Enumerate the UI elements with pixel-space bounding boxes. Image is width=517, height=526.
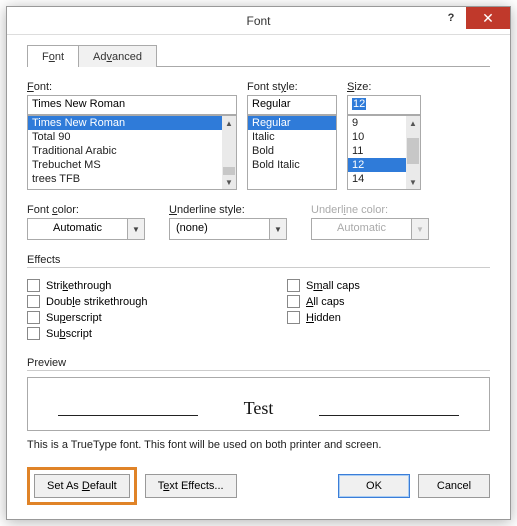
tab-advanced[interactable]: Advanced [78, 45, 157, 67]
size-label: Size: [347, 81, 421, 93]
checkbox-all-caps[interactable]: All caps [287, 295, 360, 308]
checkbox-icon [287, 295, 300, 308]
tab-bar: Font Advanced [27, 45, 490, 67]
list-item[interactable]: Traditional Arabic [28, 144, 222, 158]
combo-value: Automatic [27, 218, 127, 240]
preview-info: This is a TrueType font. This font will … [27, 439, 490, 451]
ok-button[interactable]: OK [338, 474, 410, 498]
close-button[interactable]: ✕ [466, 7, 510, 29]
font-dialog: Font ? ✕ Font Advanced Font: Times New R… [6, 6, 511, 520]
scroll-up-icon[interactable]: ▲ [222, 116, 236, 130]
underline-color-combo: Automatic ▼ [311, 218, 429, 240]
cancel-button[interactable]: Cancel [418, 474, 490, 498]
checkbox-small-caps[interactable]: Small caps [287, 279, 360, 292]
set-as-default-button[interactable]: Set As Default [34, 474, 130, 498]
font-style-input[interactable]: Regular [247, 95, 337, 115]
checkbox-superscript[interactable]: Superscript [27, 311, 287, 324]
dialog-title: Font [7, 14, 510, 28]
checkbox-subscript[interactable]: Subscript [27, 327, 287, 340]
preview-text: Test [244, 398, 274, 419]
checkbox-double-strikethrough[interactable]: Double strikethrough [27, 295, 287, 308]
scroll-down-icon[interactable]: ▼ [406, 175, 420, 189]
highlight-frame: Set As Default [27, 467, 137, 505]
scroll-thumb[interactable] [223, 167, 235, 175]
list-item[interactable]: 12 [348, 158, 406, 172]
combo-value: Automatic [311, 218, 411, 240]
font-name-input[interactable]: Times New Roman [27, 95, 237, 115]
titlebar: Font ? ✕ [7, 7, 510, 35]
list-item[interactable]: trees TFB [28, 172, 222, 186]
checkbox-icon [287, 311, 300, 324]
underline-color-label: Underline color: [311, 204, 429, 216]
scrollbar[interactable]: ▲ ▼ [222, 116, 236, 189]
list-item[interactable]: 9 [348, 116, 406, 130]
scroll-thumb[interactable] [407, 138, 419, 164]
chevron-down-icon[interactable]: ▼ [127, 218, 145, 240]
help-button[interactable]: ? [436, 7, 466, 29]
list-item[interactable]: Italic [248, 130, 336, 144]
size-input[interactable]: 12 [347, 95, 421, 115]
font-color-label: Font color: [27, 204, 145, 216]
font-label: Font: [27, 81, 237, 93]
size-list[interactable]: 9 10 11 12 14 ▲ ▼ [347, 115, 421, 190]
preview-rule [58, 415, 198, 416]
underline-style-label: Underline style: [169, 204, 287, 216]
preview-rule [319, 415, 459, 416]
checkbox-hidden[interactable]: Hidden [287, 311, 360, 324]
list-item[interactable]: 14 [348, 172, 406, 186]
checkbox-strikethrough[interactable]: Strikethrough [27, 279, 287, 292]
list-item[interactable]: Bold [248, 144, 336, 158]
list-item[interactable]: 11 [348, 144, 406, 158]
preview-header: Preview [27, 357, 490, 371]
scroll-down-icon[interactable]: ▼ [222, 175, 236, 189]
checkbox-icon [27, 327, 40, 340]
text-effects-button[interactable]: Text Effects... [145, 474, 237, 498]
checkbox-icon [27, 311, 40, 324]
scroll-up-icon[interactable]: ▲ [406, 116, 420, 130]
scrollbar[interactable]: ▲ ▼ [406, 116, 420, 189]
list-item[interactable]: Regular [248, 116, 336, 130]
font-style-list[interactable]: Regular Italic Bold Bold Italic [247, 115, 337, 190]
list-item[interactable]: Bold Italic [248, 158, 336, 172]
list-item[interactable]: Total 90 [28, 130, 222, 144]
chevron-down-icon: ▼ [411, 218, 429, 240]
list-item[interactable]: Times New Roman [28, 116, 222, 130]
list-item[interactable]: 10 [348, 130, 406, 144]
combo-value: (none) [169, 218, 269, 240]
font-name-list[interactable]: Times New Roman Total 90 Traditional Ara… [27, 115, 237, 190]
font-style-label: Font style: [247, 81, 337, 93]
font-color-combo[interactable]: Automatic ▼ [27, 218, 145, 240]
list-item[interactable]: Trebuchet MS [28, 158, 222, 172]
tab-font[interactable]: Font [27, 45, 79, 67]
checkbox-icon [27, 279, 40, 292]
chevron-down-icon[interactable]: ▼ [269, 218, 287, 240]
underline-style-combo[interactable]: (none) ▼ [169, 218, 287, 240]
checkbox-icon [27, 295, 40, 308]
effects-header: Effects [27, 254, 490, 268]
checkbox-icon [287, 279, 300, 292]
preview-box: Test [27, 377, 490, 431]
